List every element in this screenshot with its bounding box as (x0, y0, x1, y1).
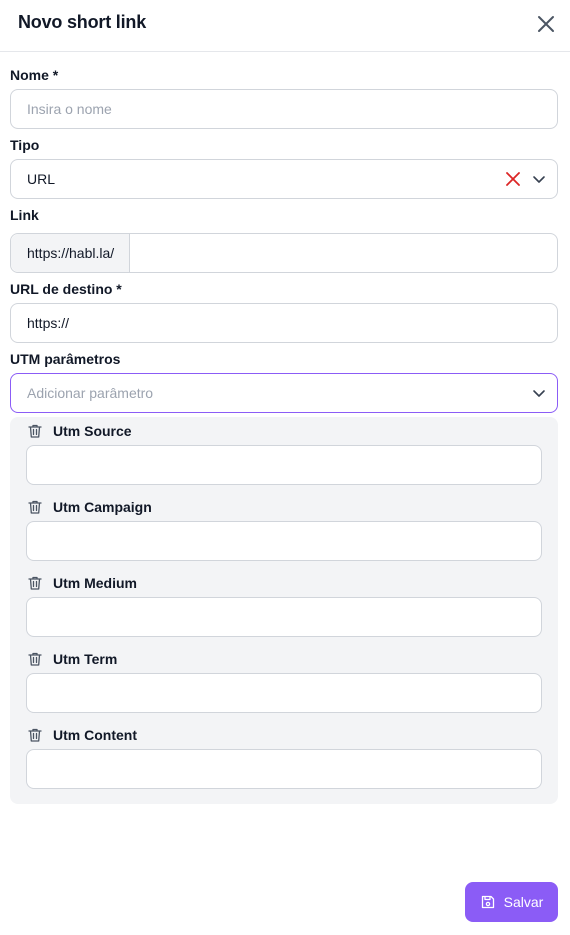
utm-campaign-label: Utm Campaign (53, 499, 152, 515)
link-prefix: https://habl.la/ (11, 234, 130, 272)
dialog-header: Novo short link (0, 0, 570, 52)
chevron-down-icon[interactable] (531, 385, 547, 401)
utm-content-label: Utm Content (53, 727, 137, 743)
utm-select-placeholder: Adicionar parâmetro (27, 385, 154, 401)
link-label: Link (10, 207, 39, 223)
destino-label: URL de destino * (10, 281, 122, 297)
trash-icon[interactable] (27, 423, 43, 439)
utm-campaign-input[interactable] (27, 522, 541, 560)
trash-icon[interactable] (27, 499, 43, 515)
dialog-title: Novo short link (18, 12, 147, 32)
utm-medium-field (26, 597, 542, 637)
nome-label: Nome * (10, 67, 59, 83)
tipo-select[interactable]: URL (10, 159, 558, 199)
close-icon[interactable] (534, 12, 558, 36)
chevron-down-icon[interactable] (531, 171, 547, 187)
utm-source-label: Utm Source (53, 423, 132, 439)
save-button-label: Salvar (503, 894, 544, 910)
utm-content-input[interactable] (27, 750, 541, 788)
clear-icon[interactable] (505, 171, 521, 187)
destino-field (10, 303, 558, 343)
nome-field (10, 89, 558, 129)
utm-parameter-select[interactable]: Adicionar parâmetro (10, 373, 558, 413)
destino-input[interactable] (11, 304, 557, 342)
utm-medium-label: Utm Medium (53, 575, 137, 591)
utm-campaign-field (26, 521, 542, 561)
utm-source-input[interactable] (27, 446, 541, 484)
tipo-label: Tipo (10, 137, 40, 153)
trash-icon[interactable] (27, 575, 43, 591)
utm-source-field (26, 445, 542, 485)
utm-label: UTM parâmetros (10, 351, 121, 367)
utm-term-label: Utm Term (53, 651, 118, 667)
utm-term-field (26, 673, 542, 713)
utm-params-panel: Utm Source Utm Campaign Utm Medium Utm T… (10, 417, 558, 804)
utm-content-field (26, 749, 542, 789)
trash-icon[interactable] (27, 651, 43, 667)
utm-medium-input[interactable] (27, 598, 541, 636)
save-icon (481, 895, 494, 909)
link-field: https://habl.la/ (10, 233, 558, 273)
save-button[interactable]: Salvar (465, 882, 558, 922)
utm-term-input[interactable] (27, 674, 541, 712)
nome-input[interactable] (11, 90, 557, 128)
trash-icon[interactable] (27, 727, 43, 743)
link-slug-input[interactable] (131, 234, 557, 272)
tipo-selected-value: URL (27, 171, 56, 187)
